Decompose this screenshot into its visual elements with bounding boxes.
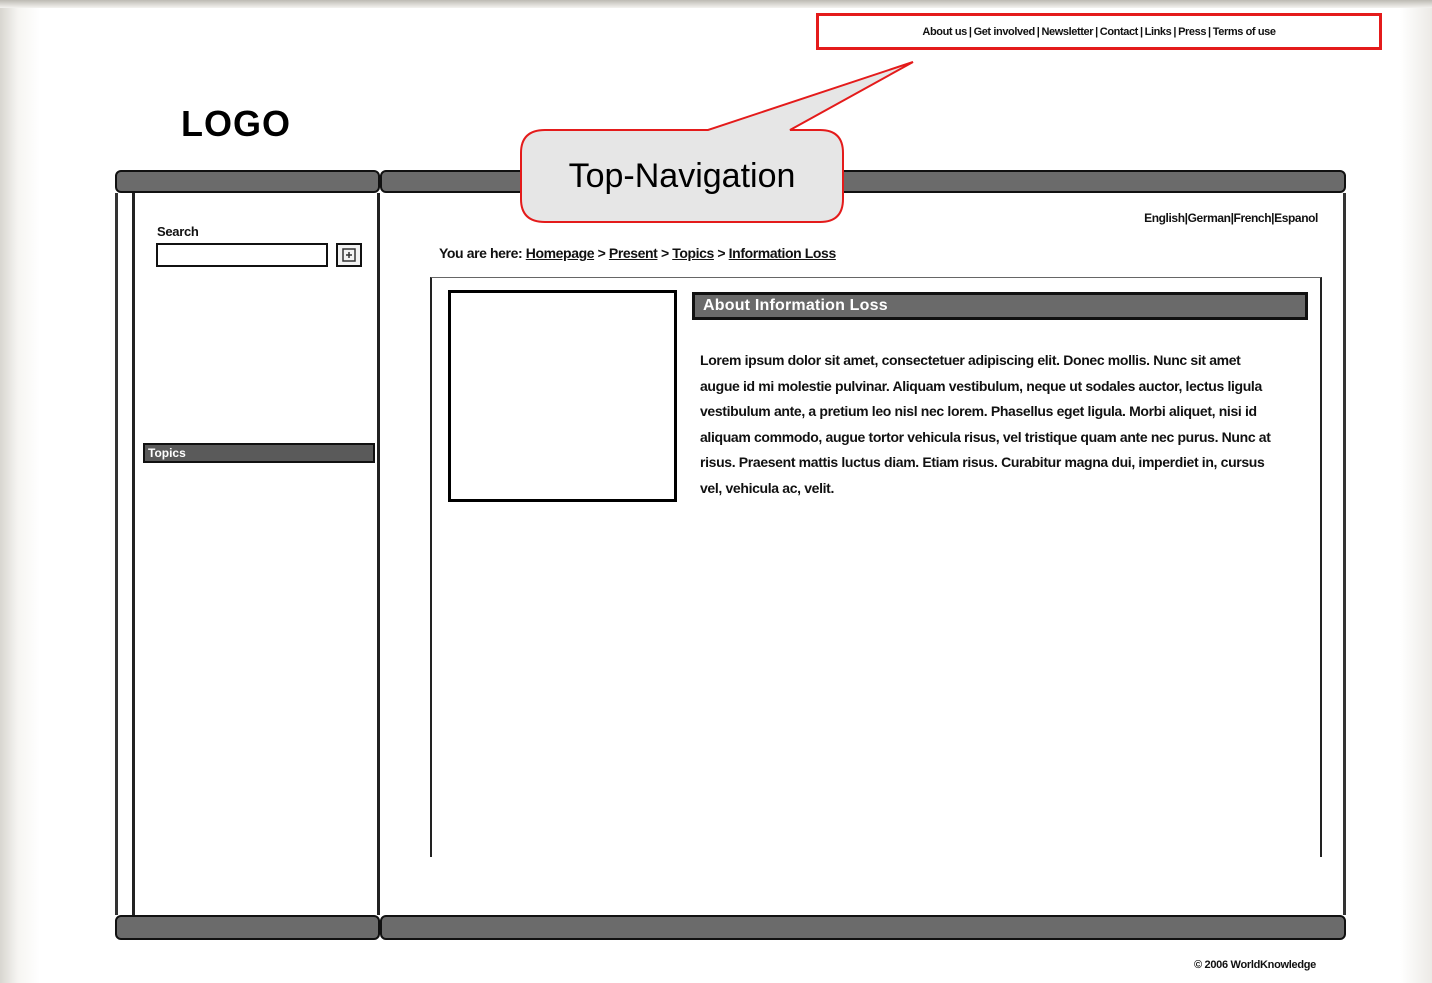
nav-terms-of-use[interactable]: Terms of use <box>1213 26 1276 38</box>
article-body: Lorem ipsum dolor sit amet, consectetuer… <box>700 352 1271 496</box>
topics-header: Topics <box>143 443 375 463</box>
language-german[interactable]: German <box>1188 211 1231 225</box>
nav-separator: | <box>1095 25 1098 38</box>
page-top-shade <box>0 0 1432 8</box>
language-french[interactable]: French <box>1234 211 1272 225</box>
top-navigation: About us | Get involved | Newsletter | Contact… <box>816 13 1382 50</box>
nav-separator: | <box>1208 25 1211 38</box>
nav-separator: | <box>968 25 972 38</box>
logo[interactable]: LOGO <box>181 103 291 145</box>
breadcrumb-present[interactable]: Present <box>609 245 658 261</box>
callout-label: Top-Navigation <box>568 156 796 195</box>
breadcrumb-prefix: You are here: <box>439 245 523 261</box>
nav-about-us[interactable]: About us <box>922 26 967 38</box>
nav-newsletter[interactable]: Newsletter <box>1041 26 1093 38</box>
search-button[interactable] <box>336 243 362 267</box>
frame-bottom-bar-left <box>115 915 380 940</box>
frame-outer-left-border <box>115 193 118 915</box>
nav-contact[interactable]: Contact <box>1100 26 1139 38</box>
search-submit-icon <box>342 248 356 262</box>
frame-top-bar-left <box>115 170 380 193</box>
breadcrumb-topics[interactable]: Topics <box>672 245 714 261</box>
nav-separator: | <box>1139 25 1143 38</box>
language-espanol[interactable]: Espanol <box>1274 211 1318 225</box>
sidebar-column <box>132 193 380 915</box>
frame-outer-right-border <box>1343 193 1346 915</box>
search-input[interactable] <box>156 243 328 267</box>
nav-press[interactable]: Press <box>1178 26 1206 38</box>
breadcrumb-homepage[interactable]: Homepage <box>526 245 595 261</box>
breadcrumb: You are here: Homepage > Present > Topic… <box>439 245 836 261</box>
language-english[interactable]: English <box>1144 211 1185 225</box>
frame-bottom-bar-right <box>380 915 1346 940</box>
search-label: Search <box>157 224 199 239</box>
copyright-text: © 2006 WorldKnowledge <box>1193 959 1316 971</box>
language-selector: English|German|French|Espanol <box>1144 211 1318 225</box>
article-heading: About Information Loss <box>692 292 1308 320</box>
top-navigation-links: About us | Get involved | Newsletter | Contact… <box>922 25 1276 38</box>
breadcrumb-information-loss[interactable]: Information Loss <box>729 245 837 261</box>
image-placeholder <box>448 290 677 502</box>
nav-links[interactable]: Links <box>1145 26 1172 38</box>
nav-get-involved[interactable]: Get involved <box>974 26 1036 38</box>
